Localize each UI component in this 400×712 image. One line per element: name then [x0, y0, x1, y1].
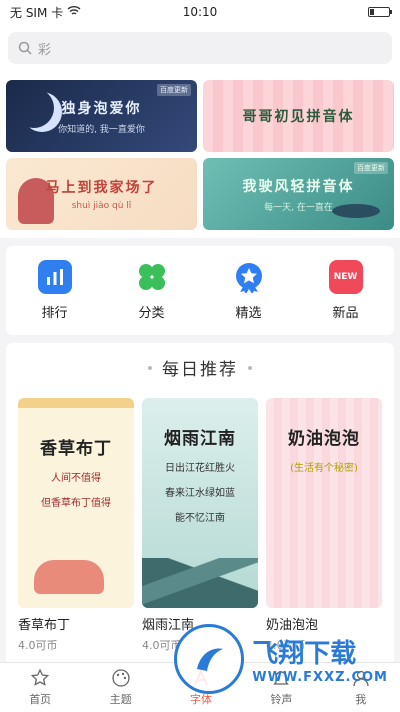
banner-title: 哥哥初见拼音体 [242, 109, 355, 125]
star-badge-icon [232, 260, 266, 294]
banner-4[interactable]: 百度更新 我驶风轻拼音体 每一天, 在一直在 [203, 158, 394, 230]
search-icon [18, 41, 32, 55]
watermark: 飞翔下载 WWW.FXXZ.COM [174, 624, 388, 694]
font-card[interactable]: 香草布丁 人间不值得 但香草布丁值得 香草布丁 4.0可币 [18, 398, 134, 653]
new-badge-text: NEW [333, 272, 358, 282]
banner-3[interactable]: 马上到我家场了 shuì jiào qù lǐ [6, 158, 197, 230]
new-badge-icon: NEW [328, 260, 363, 294]
preview-line: 能不忆江南 [175, 513, 225, 524]
watermark-title: 飞翔下载 [252, 639, 357, 669]
category-label: 排行 [41, 306, 68, 321]
font-preview-image: 烟雨江南 日出江花红胜火 春来江水绿如蓝 能不忆江南 [142, 398, 258, 608]
star-outline-icon [31, 668, 50, 686]
category-featured[interactable]: 精选 [232, 260, 266, 321]
nav-label: 首页 [29, 693, 52, 706]
font-card[interactable]: 奶油泡泡 (生活有个秘密) 奶油泡泡 4.0可币 [266, 398, 382, 653]
pudding-illustration [34, 560, 104, 594]
mountain-illustration [142, 558, 258, 608]
divider-dot [148, 365, 152, 370]
category-label: 精选 [235, 306, 262, 321]
preview-line: (生活有个秘密) [290, 463, 358, 474]
preview-title: 香草布丁 [40, 439, 112, 459]
watermark-text-block: 飞翔下载 WWW.FXXZ.COM [252, 633, 388, 685]
banner-2[interactable]: 哥哥初见拼音体 [203, 80, 394, 152]
nav-home[interactable]: 首页 [29, 668, 51, 707]
font-price: 4.0可币 [18, 639, 58, 652]
nav-label: 主题 [109, 693, 132, 706]
daily-title-text: 每日推荐 [162, 360, 238, 380]
banner-subtitle: 你知道的, 我一直爱你 [58, 124, 145, 135]
preview-line: 但香草布丁值得 [41, 498, 111, 509]
banner-tag: 百度更新 [157, 84, 191, 96]
battery-icon [368, 7, 392, 17]
banner-grid: 百度更新 独身泡爱你 你知道的, 我一直爱你 哥哥初见拼音体 马上到我家场了 s… [0, 72, 400, 238]
banner-1[interactable]: 百度更新 独身泡爱你 你知道的, 我一直爱你 [6, 80, 197, 152]
search-area: 彩 [0, 24, 400, 72]
nav-theme[interactable]: 主题 [110, 668, 132, 707]
status-bar: 无 SIM 卡 10:10 [0, 0, 400, 24]
carrier-label: 无 SIM 卡 [10, 5, 64, 20]
preview-line: 人间不值得 [51, 473, 101, 484]
font-card[interactable]: 烟雨江南 日出江花红胜火 春来江水绿如蓝 能不忆江南 烟雨江南 4.0可币 [142, 398, 258, 653]
preview-line: 日出江花红胜火 [165, 463, 235, 474]
banner-subtitle: shuì jiào qù lǐ [71, 201, 132, 211]
bar-chart-icon [37, 260, 72, 294]
battery-fill [370, 9, 374, 15]
font-card-list: 香草布丁 人间不值得 但香草布丁值得 香草布丁 4.0可币 烟雨江南 日出江花红… [18, 398, 382, 653]
banner-title: 马上到我家场了 [45, 180, 158, 196]
palette-icon [111, 669, 130, 687]
category-ranking[interactable]: 排行 [37, 260, 72, 321]
preview-title: 烟雨江南 [164, 429, 236, 449]
font-preview-image: 奶油泡泡 (生活有个秘密) [266, 398, 382, 608]
font-preview-image: 香草布丁 人间不值得 但香草布丁值得 [18, 398, 134, 608]
banner-title: 独身泡爱你 [61, 100, 142, 117]
category-label: 分类 [138, 306, 165, 321]
search-placeholder: 彩 [38, 42, 52, 58]
search-input[interactable]: 彩 [8, 32, 392, 64]
preview-title: 奶油泡泡 [288, 429, 360, 449]
banner-title: 我驶风轻拼音体 [242, 178, 355, 195]
clover-icon [135, 260, 169, 294]
category-new[interactable]: NEW 新品 [328, 260, 363, 321]
whale-illustration [332, 204, 380, 218]
banner-tag: 百度更新 [354, 162, 388, 174]
category-label: 新品 [332, 306, 359, 321]
preview-line: 春来江水绿如蓝 [165, 488, 235, 499]
wifi-icon [67, 5, 81, 19]
daily-title: 每日推荐 [18, 355, 382, 380]
watermark-logo [174, 624, 245, 694]
category-row: 排行 分类 精选 NEW 新品 [6, 246, 394, 335]
banner-subtitle: 每一天, 在一直在 [264, 202, 333, 213]
category-classify[interactable]: 分类 [135, 260, 169, 321]
moon-illustration [14, 88, 54, 128]
divider-dot [248, 365, 252, 370]
status-left: 无 SIM 卡 [10, 4, 81, 21]
watermark-url: WWW.FXXZ.COM [252, 670, 388, 685]
font-name: 香草布丁 [18, 618, 71, 633]
